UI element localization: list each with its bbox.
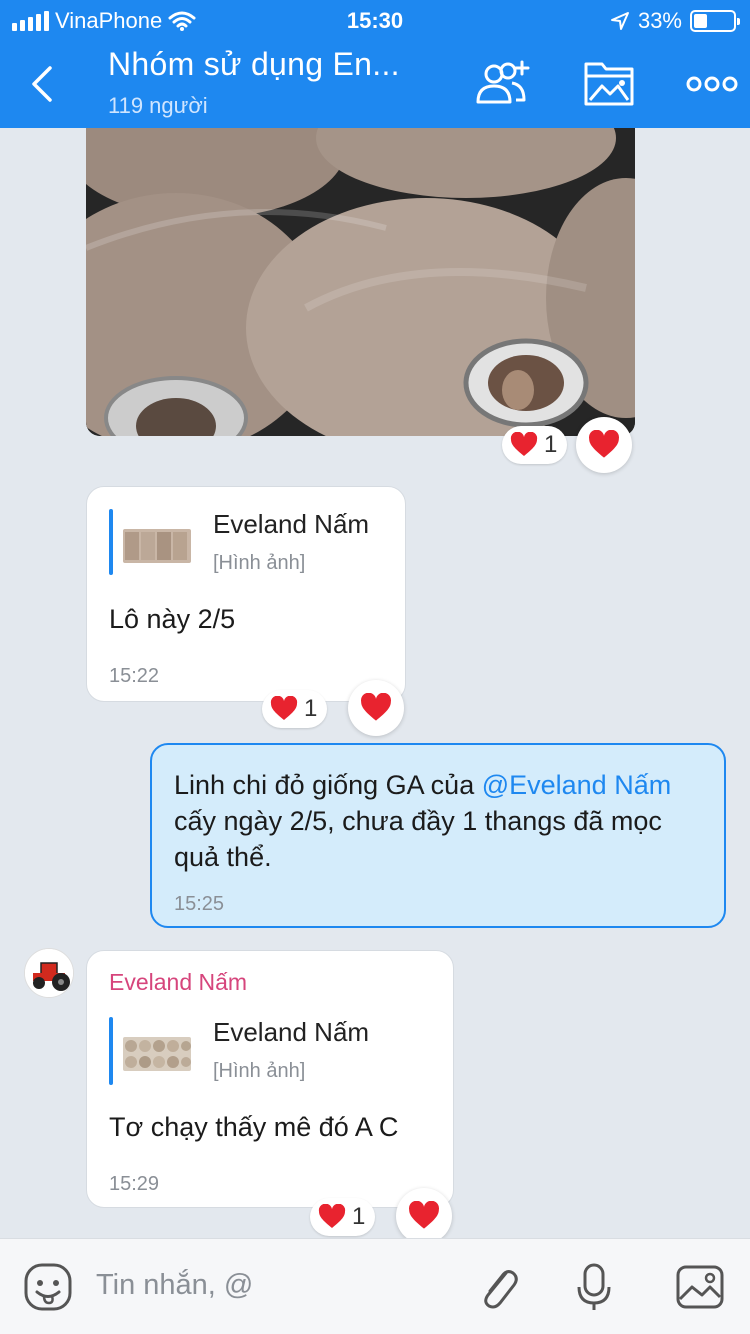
image-icon[interactable] [674,1261,726,1313]
member-count[interactable]: 119 người [108,93,208,119]
avatar[interactable] [24,948,74,998]
message-text-part: Linh chi đỏ giống GA của [174,770,482,800]
quoted-message[interactable]: Eveland Nấm [Hình ảnh] [109,1017,369,1085]
heart-icon [318,1204,346,1228]
message-text: Linh chi đỏ giống GA của @Eveland Nấm cấ… [174,767,704,875]
quoted-message[interactable]: Eveland Nấm [Hình ảnh] [109,509,369,575]
heart-icon [589,430,619,458]
battery-percent: 33% [637,8,682,33]
add-user-icon[interactable] [472,56,536,112]
message-text: Tơ chạy thấy mê đó A C [109,1112,399,1142]
quote-sender: Eveland Nấm [213,1017,370,1047]
quote-sender: Eveland Nấm [213,509,370,539]
microphone-icon[interactable] [568,1261,620,1313]
react-button[interactable] [396,1188,452,1244]
message-time: 15:29 [109,1173,160,1195]
quote-type: [Hình ảnh] [213,1060,306,1082]
message-input-bar: Tin nhắn, @ [0,1238,750,1334]
paperclip-icon[interactable] [472,1261,524,1313]
battery-icon [690,10,740,32]
group-title[interactable]: Nhóm sử dụng En... [108,46,400,83]
quote-type: [Hình ảnh] [213,552,306,574]
gallery-icon[interactable] [578,56,642,112]
heart-icon [409,1201,439,1229]
status-bar: VinaPhone 15:30 33% [0,0,750,42]
react-button[interactable] [576,417,632,473]
emoji-icon[interactable] [22,1261,74,1313]
message-time: 15:25 [174,893,225,915]
header-bar: VinaPhone 15:30 33% Nhóm sử dụng En... 1… [0,0,750,128]
reaction-count: 1 [544,431,558,458]
quote-thumbnail [123,1037,191,1071]
message-input[interactable]: Tin nhắn, @ [96,1269,253,1302]
sender-name[interactable]: Eveland Nấm [109,969,247,996]
my-message-bubble[interactable]: Linh chi đỏ giống GA của @Eveland Nấm cấ… [150,743,726,928]
message-text-part: cấy ngày 2/5, chưa đầy 1 thangs đã mọc q… [174,806,662,872]
more-icon[interactable] [680,56,744,112]
heart-icon [510,432,538,456]
message-bubble[interactable]: Eveland Nấm Eveland Nấm [Hình ảnh] Tơ ch… [86,950,454,1208]
react-button[interactable] [348,680,404,736]
mention-link[interactable]: @Eveland Nấm [482,770,672,800]
status-right: 33% [610,8,740,34]
reaction-summary[interactable]: 1 [262,690,328,728]
heart-icon [270,696,298,720]
message-time: 15:22 [109,665,160,687]
location-arrow-icon [610,12,629,30]
photo-message[interactable] [86,128,635,436]
reaction-summary[interactable]: 1 [310,1198,376,1236]
message-text: Lô này 2/5 [109,604,236,634]
heart-icon [361,693,391,721]
message-bubble[interactable]: Eveland Nấm [Hình ảnh] Lô này 2/5 15:22 [86,486,406,702]
tractor-avatar [25,949,73,997]
chevron-left-icon[interactable] [22,60,66,108]
quote-thumbnail [123,529,191,563]
reaction-count: 1 [352,1203,366,1230]
reaction-summary[interactable]: 1 [502,426,568,464]
reaction-count: 1 [304,695,318,722]
mushroom-bags-photo [86,128,635,436]
